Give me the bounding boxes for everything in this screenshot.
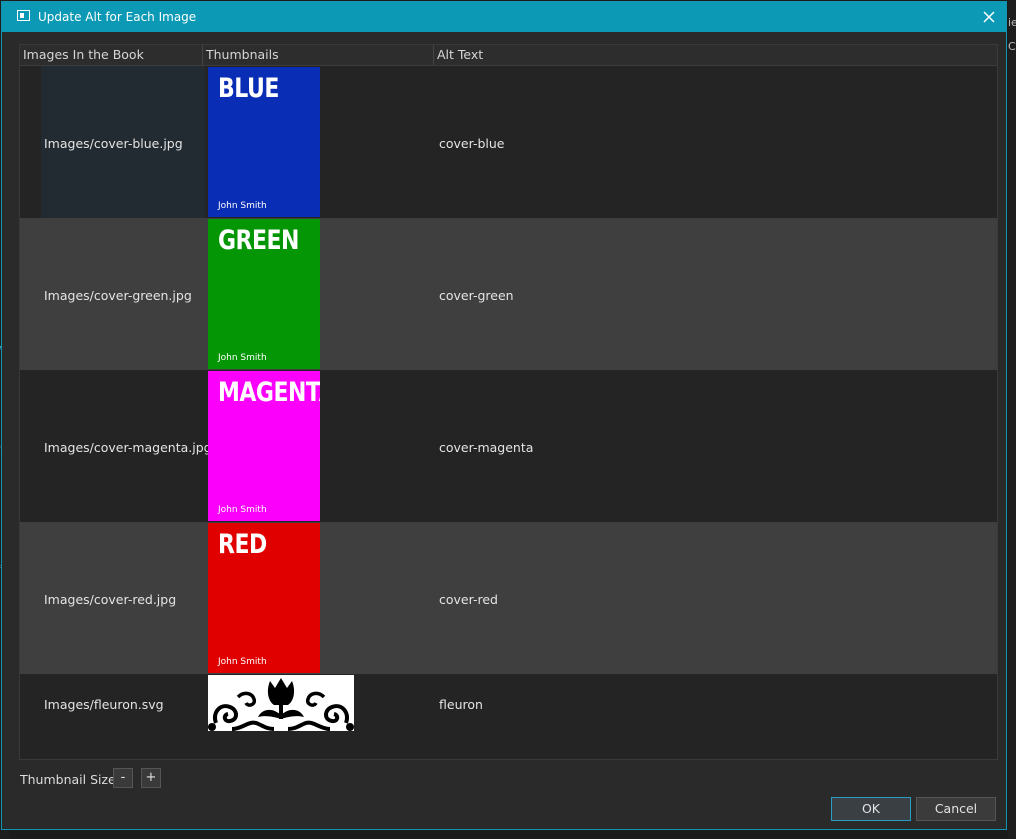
thumbnail-decrease-button[interactable]: - bbox=[113, 768, 133, 788]
table-row[interactable]: Images/cover-blue.jpg BLUE John Smith co… bbox=[20, 66, 997, 218]
images-table[interactable]: Images In the Book Thumbnails Alt Text I… bbox=[19, 44, 998, 760]
ok-button[interactable]: OK bbox=[831, 797, 911, 821]
table-row[interactable]: Images/cover-red.jpg RED John Smith cove… bbox=[20, 522, 997, 674]
fleuron-ornament-icon bbox=[208, 678, 354, 731]
update-alt-dialog: Update Alt for Each Image Images In the … bbox=[1, 1, 1007, 830]
image-path: Images/fleuron.svg bbox=[44, 697, 164, 712]
background-window-edge: ie C bbox=[1008, 0, 1016, 839]
close-icon bbox=[983, 11, 995, 23]
thumbnail-cover-blue: BLUE John Smith bbox=[208, 67, 320, 217]
alt-text-cell[interactable]: cover-red bbox=[439, 592, 498, 607]
alt-text-cell[interactable]: fleuron bbox=[439, 697, 483, 712]
image-path: Images/cover-blue.jpg bbox=[44, 136, 183, 151]
thumbnail-cover-magenta: MAGENTA John Smith bbox=[208, 371, 320, 521]
cover-author-text: John Smith bbox=[218, 657, 267, 667]
image-path: Images/cover-red.jpg bbox=[44, 592, 177, 607]
column-header-alt-text[interactable]: Alt Text bbox=[434, 45, 997, 65]
column-header-thumbnails[interactable]: Thumbnails bbox=[203, 45, 434, 65]
image-path: Images/cover-green.jpg bbox=[44, 288, 192, 303]
alt-text-cell[interactable]: cover-blue bbox=[439, 136, 504, 151]
thumbnail-cover-green: GREEN John Smith bbox=[208, 219, 320, 369]
table-row[interactable]: Images/cover-green.jpg GREEN John Smith … bbox=[20, 218, 997, 370]
alt-text-cell[interactable]: cover-green bbox=[439, 288, 514, 303]
table-header: Images In the Book Thumbnails Alt Text bbox=[20, 45, 997, 66]
column-header-images[interactable]: Images In the Book bbox=[20, 45, 203, 65]
cover-title-text: MAGENTA bbox=[218, 378, 320, 408]
image-path: Images/cover-magenta.jpg bbox=[44, 440, 212, 455]
cover-author-text: John Smith bbox=[218, 505, 267, 515]
close-button[interactable] bbox=[976, 4, 1002, 30]
cancel-button[interactable]: Cancel bbox=[916, 797, 996, 821]
alt-text-cell[interactable]: cover-magenta bbox=[439, 440, 533, 455]
cover-author-text: John Smith bbox=[218, 201, 267, 211]
table-row[interactable]: Images/cover-magenta.jpg MAGENTA John Sm… bbox=[20, 370, 997, 522]
thumbnail-fleuron bbox=[208, 675, 354, 731]
cover-author-text: John Smith bbox=[218, 353, 267, 363]
window-icon bbox=[17, 10, 30, 21]
dialog-title: Update Alt for Each Image bbox=[38, 10, 197, 24]
cover-title-text: BLUE bbox=[218, 74, 279, 104]
thumbnail-cover-red: RED John Smith bbox=[208, 523, 320, 673]
thumbnail-size-label: Thumbnail Size bbox=[20, 772, 116, 787]
cover-title-text: RED bbox=[218, 530, 267, 560]
table-row[interactable]: Images/fleuron.svg fleuron bbox=[20, 674, 997, 734]
cover-title-text: GREEN bbox=[218, 226, 299, 256]
dialog-titlebar: Update Alt for Each Image bbox=[2, 2, 1006, 32]
thumbnail-increase-button[interactable]: + bbox=[141, 768, 161, 788]
